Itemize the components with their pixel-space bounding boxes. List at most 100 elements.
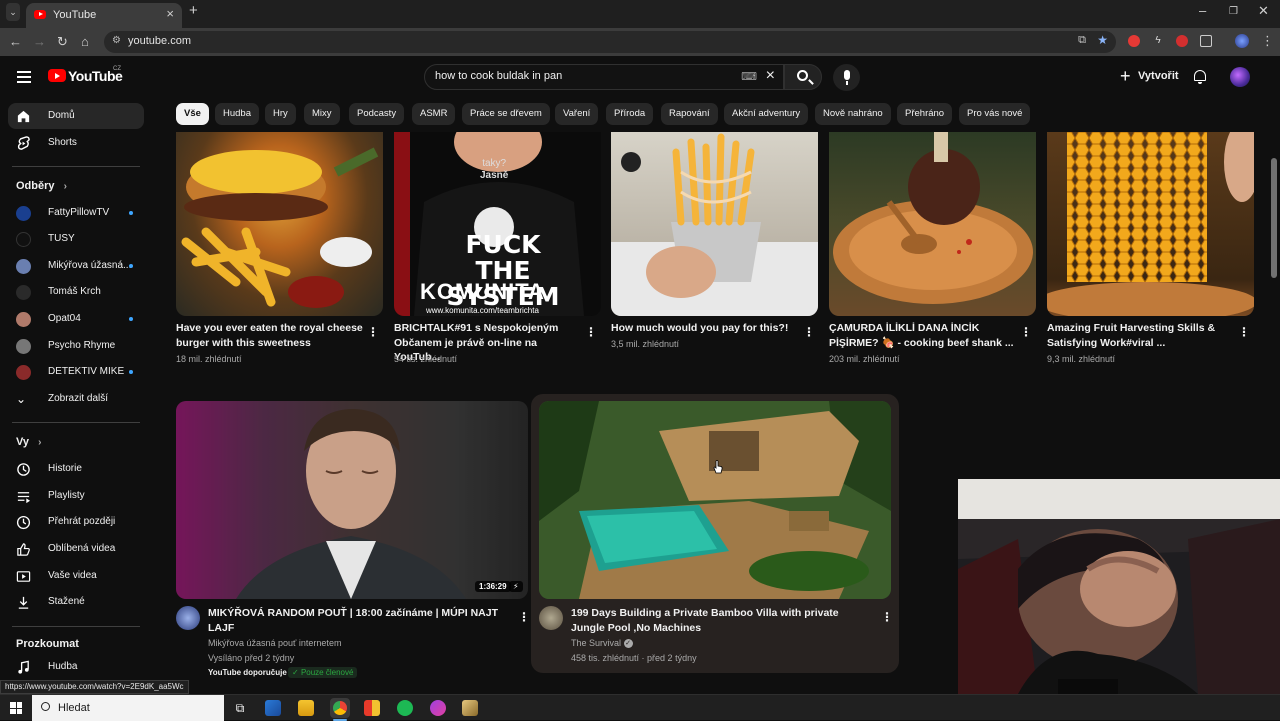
sidebar-item-channel[interactable]: Mikýřova úžasná... [8, 253, 144, 279]
forward-icon[interactable]: → [33, 34, 46, 49]
notifications-bell-icon[interactable] [1193, 70, 1207, 84]
sidebar-item-music[interactable]: Hudba [8, 654, 144, 680]
close-window-button[interactable]: ✕ [1258, 3, 1269, 19]
video-thumbnail[interactable] [539, 401, 891, 599]
app-icon[interactable] [430, 700, 446, 716]
video-title[interactable]: How much would you pay for this?! [611, 321, 799, 336]
subscriptions-heading[interactable]: Odběry › [16, 180, 67, 192]
video-menu-icon[interactable]: ⋮ [518, 610, 530, 624]
channel-avatar[interactable] [176, 606, 200, 630]
video-title[interactable]: ÇAMURDA İLİKLİ DANA İNCİK PİŞİRME? 🍖 - c… [829, 321, 1017, 350]
chrome-taskbar-button[interactable] [330, 698, 350, 718]
channel-name[interactable]: The Survival ✓ [571, 636, 633, 650]
restore-button[interactable]: ❐ [1229, 6, 1238, 17]
extension-record-icon[interactable] [1176, 35, 1188, 47]
you-heading[interactable]: Vy › [16, 436, 41, 448]
video-menu-icon[interactable]: ⋮ [881, 610, 893, 624]
microsoft-store-icon[interactable] [265, 700, 281, 716]
windows-start-icon[interactable] [10, 702, 22, 714]
new-tab-button[interactable]: + [189, 2, 198, 19]
voice-search-button[interactable] [833, 64, 860, 91]
sidebar-item-shorts[interactable]: Shorts [8, 130, 144, 156]
address-bar[interactable]: ⚙ youtube.com ⧉ ★ [104, 31, 1116, 53]
task-view-icon[interactable]: ⧉ [232, 700, 248, 716]
sidebar-item-watch-later[interactable]: Přehrát později [8, 509, 144, 535]
channel-avatar[interactable] [539, 606, 563, 630]
sidebar-item-history[interactable]: Historie [8, 456, 144, 482]
install-app-icon[interactable]: ⧉ [1078, 34, 1086, 47]
video-menu-icon[interactable]: ⋮ [1238, 325, 1250, 339]
reload-icon[interactable]: ↻ [57, 34, 68, 50]
video-meta: Vysíláno před 2 týdny [208, 653, 295, 663]
video-menu-icon[interactable]: ⋮ [585, 325, 597, 339]
chip-all[interactable]: Vše [176, 103, 209, 125]
file-explorer-icon[interactable] [298, 700, 314, 716]
app-icon[interactable] [462, 700, 478, 716]
site-info-icon[interactable]: ⚙ [112, 35, 121, 46]
chip[interactable]: Rapování [661, 103, 718, 125]
chip[interactable]: Akční adventury [724, 103, 809, 125]
channel-name[interactable]: Mikýřova úžasná pouť internetem [208, 636, 341, 650]
sidebar-item-home[interactable]: Domů [8, 103, 144, 129]
spotify-icon[interactable] [397, 700, 413, 716]
clear-search-icon[interactable]: × [766, 67, 775, 85]
sidebar-item-liked[interactable]: Oblíbená videa [8, 536, 144, 562]
extension-adblock-icon[interactable] [1128, 35, 1140, 47]
video-thumbnail[interactable]: 1:36:29 ⚡ [176, 401, 528, 599]
sidebar-item-your-videos[interactable]: Vaše videa [8, 563, 144, 589]
video-menu-icon[interactable]: ⋮ [367, 325, 379, 339]
tab-close-icon[interactable]: × [166, 6, 174, 21]
page-scrollbar[interactable] [1271, 158, 1277, 278]
chip[interactable]: Práce se dřevem [462, 103, 550, 125]
keyboard-icon[interactable]: ⌨ [741, 70, 757, 83]
chip[interactable]: Přehráno [897, 103, 953, 125]
back-icon[interactable]: ← [9, 34, 22, 49]
chip[interactable]: Příroda [606, 103, 654, 125]
sidebar-item-channel[interactable]: Tomáš Krch [8, 279, 144, 305]
chip[interactable]: Hry [265, 103, 296, 125]
browser-menu-icon[interactable]: ⋮ [1261, 33, 1274, 49]
chip[interactable]: ASMR [412, 103, 456, 125]
search-button[interactable] [784, 64, 822, 90]
tab-search-icon[interactable]: ⌄ [6, 3, 20, 21]
video-thumbnail[interactable] [1047, 132, 1254, 316]
home-button-icon[interactable]: ⌂ [81, 34, 89, 49]
sidebar-item-playlists[interactable]: Playlisty [8, 483, 144, 509]
chip[interactable]: Nově nahráno [815, 103, 891, 125]
youtube-logo-icon[interactable] [48, 69, 66, 82]
chip[interactable]: Mixy [304, 103, 340, 125]
app-icon[interactable] [364, 700, 380, 716]
extensions-puzzle-icon[interactable] [1200, 35, 1212, 47]
taskbar-search-input[interactable]: Hledat [32, 695, 224, 721]
video-thumbnail[interactable]: taky? Jasně FUCK THE SYSTEM KOMUNITA www.… [394, 132, 601, 316]
menu-hamburger-icon[interactable] [17, 71, 31, 83]
sidebar-item-channel[interactable]: Psycho Rhyme [8, 333, 144, 359]
minimize-button[interactable]: – [1199, 3, 1206, 18]
sidebar-item-channel[interactable]: Opat04 [8, 306, 144, 332]
chip[interactable]: Hudba [215, 103, 259, 125]
account-avatar[interactable] [1230, 67, 1250, 87]
chip[interactable]: Pro vás nové [959, 103, 1031, 125]
video-thumbnail[interactable] [611, 132, 818, 316]
video-thumbnail[interactable] [829, 132, 1036, 316]
search-input[interactable]: how to cook buldak in pan ⌨ × [424, 64, 784, 90]
video-menu-icon[interactable]: ⋮ [1020, 325, 1032, 339]
bookmark-star-icon[interactable]: ★ [1097, 33, 1108, 47]
browser-tab[interactable]: YouTube × [26, 3, 182, 28]
sidebar-item-channel[interactable]: FattyPillowTV [8, 200, 144, 226]
video-title[interactable]: Have you ever eaten the royal cheese bur… [176, 321, 364, 350]
sidebar-item-downloads[interactable]: Stažené [8, 589, 144, 615]
create-button[interactable]: + Vytvořit [1114, 64, 1180, 90]
video-title[interactable]: 199 Days Building a Private Bamboo Villa… [571, 606, 871, 635]
video-title[interactable]: Amazing Fruit Harvesting Skills & Satisf… [1047, 321, 1235, 350]
video-thumbnail[interactable] [176, 132, 383, 316]
chip[interactable]: Podcasty [349, 103, 405, 125]
profile-icon[interactable] [1235, 34, 1249, 48]
extension-bolt-icon[interactable]: ϟ [1152, 35, 1164, 47]
sidebar-item-channel[interactable]: DETEKTIV MIKE [8, 359, 144, 385]
sidebar-item-show-more[interactable]: ⌄ Zobrazit další [8, 386, 144, 412]
sidebar-item-channel[interactable]: TUSY [8, 226, 144, 252]
video-title[interactable]: MIKÝŘOVÁ RANDOM POUŤ | 18:00 začínáme | … [208, 606, 508, 635]
video-menu-icon[interactable]: ⋮ [803, 325, 815, 339]
chip[interactable]: Vaření [555, 103, 599, 125]
